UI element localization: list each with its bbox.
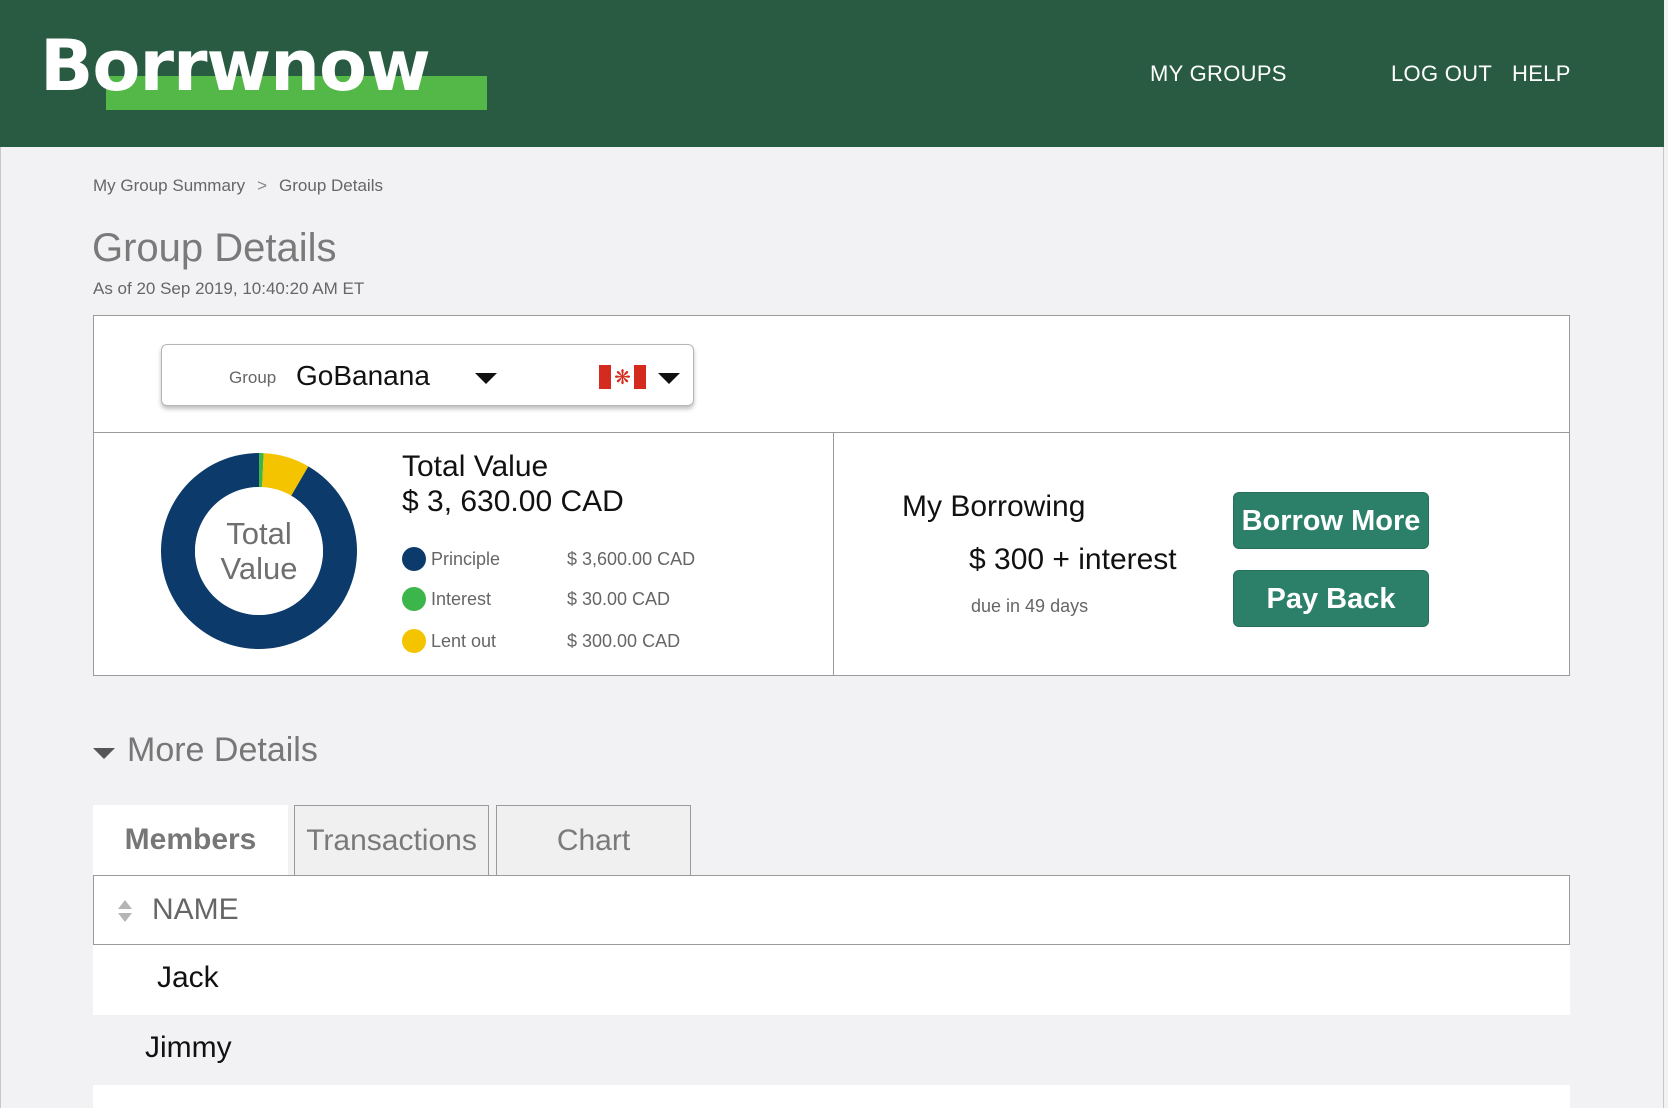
nav-log-out[interactable]: LOG OUT bbox=[1391, 61, 1492, 87]
donut-center-label: Total Value bbox=[160, 452, 358, 650]
group-name-value: GoBanana bbox=[296, 360, 430, 391]
total-value-title: Total Value bbox=[402, 450, 549, 483]
nav-my-groups[interactable]: MY GROUPS bbox=[1150, 61, 1287, 87]
tab-transactions[interactable]: Transactions bbox=[294, 805, 489, 875]
legend-item-interest: Interest $ 30.00 CAD bbox=[402, 587, 822, 613]
donut-center-line2: Value bbox=[220, 551, 298, 586]
canada-flag-icon: ❋ bbox=[599, 365, 646, 389]
column-header-name[interactable]: NAME bbox=[152, 893, 239, 927]
total-value-section: Total Value Total Value $ 3, 630.00 CAD … bbox=[94, 433, 834, 676]
breadcrumb-group-details[interactable]: Group Details bbox=[279, 176, 383, 196]
tab-members[interactable]: Members bbox=[93, 805, 288, 875]
legend-value: $ 300.00 CAD bbox=[567, 631, 681, 651]
member-name: Jimmy bbox=[145, 1031, 232, 1064]
my-borrowing-title: My Borrowing bbox=[902, 490, 1086, 523]
legend-item-lent-out: Lent out $ 300.00 CAD bbox=[402, 629, 822, 655]
sort-icon[interactable] bbox=[116, 900, 134, 924]
more-details-label: More Details bbox=[127, 731, 318, 769]
interest-dot-icon bbox=[402, 587, 426, 611]
group-selector-section: Group GoBanana ❋ bbox=[94, 316, 1569, 433]
legend-item-principle: Principle $ 3,600.00 CAD bbox=[402, 547, 822, 573]
legend-value: $ 3,600.00 CAD bbox=[567, 549, 696, 569]
pay-back-button[interactable]: Pay Back bbox=[1233, 570, 1429, 627]
legend-value: $ 30.00 CAD bbox=[567, 589, 671, 609]
total-value-amount: $ 3, 630.00 CAD bbox=[402, 485, 624, 518]
lent-out-dot-icon bbox=[402, 629, 426, 653]
as-of-timestamp: As of 20 Sep 2019, 10:40:20 AM ET bbox=[93, 279, 365, 298]
logo[interactable]: Borrwnow bbox=[40, 26, 431, 106]
table-row[interactable] bbox=[93, 1085, 1570, 1108]
my-borrowing-section: My Borrowing $ 300 + interest due in 49 … bbox=[834, 433, 1570, 676]
borrow-more-button[interactable]: Borrow More bbox=[1233, 492, 1429, 549]
breadcrumb: My Group Summary > Group Details bbox=[93, 176, 383, 196]
page-title: Group Details bbox=[92, 226, 337, 270]
member-name: Jack bbox=[157, 961, 219, 994]
group-select-dropdown[interactable]: Group GoBanana ❋ bbox=[161, 344, 694, 406]
table-row[interactable]: Jimmy bbox=[93, 1015, 1570, 1085]
principle-dot-icon bbox=[402, 547, 426, 571]
borrowing-due-date: due in 49 days bbox=[971, 596, 1089, 616]
legend-label: Principle bbox=[431, 549, 501, 569]
caret-down-icon[interactable] bbox=[93, 748, 115, 759]
nav-help[interactable]: HELP bbox=[1512, 61, 1571, 87]
top-header: Borrwnow MY GROUPS LOG OUT HELP bbox=[0, 0, 1664, 147]
group-summary-card: Group GoBanana ❋ Total Value Total Value… bbox=[93, 315, 1570, 676]
group-label: Group bbox=[229, 368, 277, 387]
currency-chevron-down-icon[interactable] bbox=[658, 373, 680, 384]
total-value-donut-chart: Total Value bbox=[160, 452, 358, 650]
tab-chart[interactable]: Chart bbox=[496, 805, 691, 875]
members-table-header: NAME bbox=[93, 875, 1570, 945]
breadcrumb-my-group-summary[interactable]: My Group Summary bbox=[93, 176, 245, 196]
legend-label: Lent out bbox=[431, 631, 497, 651]
breadcrumb-separator: > bbox=[257, 176, 268, 195]
legend-label: Interest bbox=[431, 589, 492, 609]
table-row[interactable]: Jack bbox=[93, 945, 1570, 1015]
borrowing-amount: $ 300 + interest bbox=[969, 543, 1177, 576]
group-chevron-down-icon[interactable] bbox=[475, 373, 497, 384]
donut-center-line1: Total bbox=[226, 516, 292, 551]
